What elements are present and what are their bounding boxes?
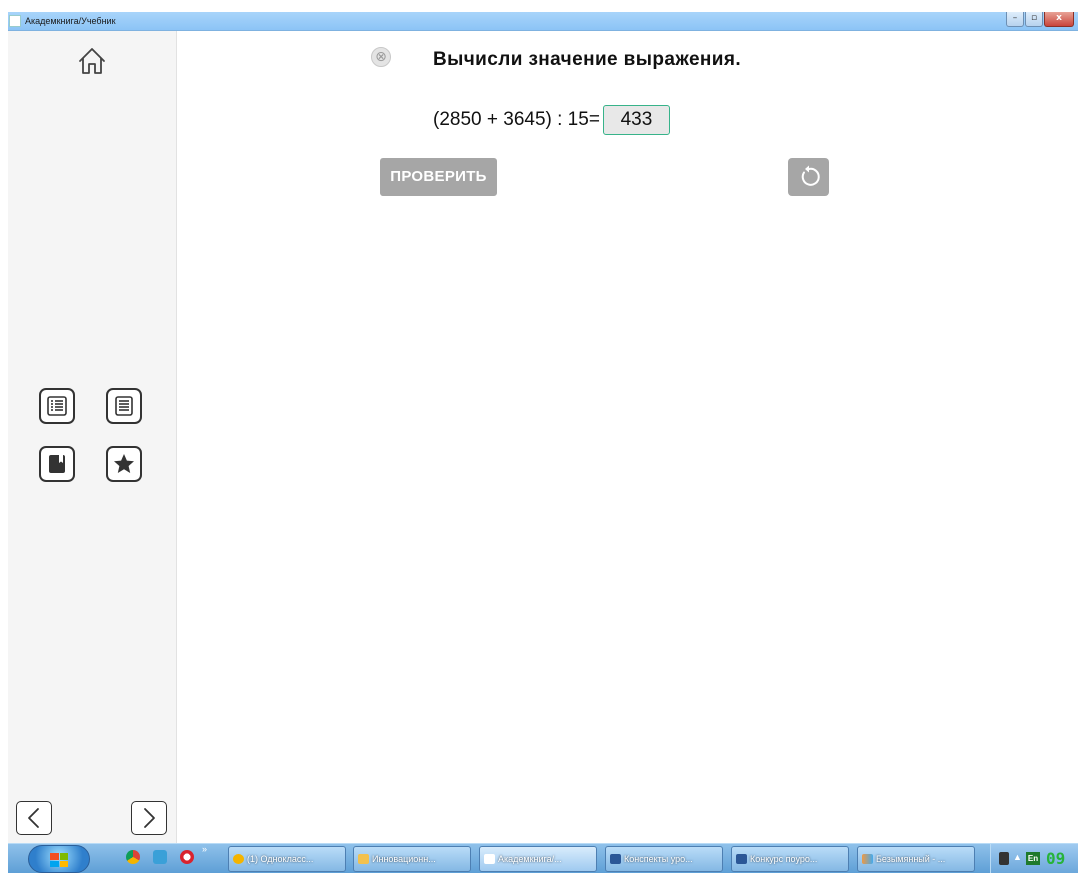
home-icon bbox=[79, 48, 105, 74]
system-tray: ▲ En 09 bbox=[990, 844, 1078, 873]
window-title-bar: Академкнига/Учебник – ▫ x bbox=[8, 12, 1078, 31]
expression-text: (2850 + 3645) : 15= bbox=[433, 109, 600, 130]
start-button[interactable] bbox=[28, 845, 90, 873]
maximize-button[interactable]: ▫ bbox=[1025, 12, 1043, 27]
answer-input[interactable]: 433 bbox=[602, 105, 670, 135]
screen: Академкнига/Учебник – ▫ x ⊗ Вычисли знач… bbox=[0, 0, 1078, 873]
explorer-quicklaunch-icon[interactable] bbox=[153, 850, 167, 864]
close-window-button[interactable]: x bbox=[1044, 12, 1074, 27]
taskbar-item[interactable]: (1) Однокласс... bbox=[228, 846, 346, 872]
chevron-left-icon bbox=[28, 808, 39, 828]
word-document-icon bbox=[736, 854, 747, 864]
taskbar-item[interactable]: Конкурс поуро... bbox=[731, 846, 849, 872]
home-button[interactable] bbox=[75, 44, 109, 78]
expression-row: (2850 + 3645) : 15= 433 bbox=[433, 105, 670, 135]
page-text-button[interactable] bbox=[106, 388, 142, 424]
clock[interactable]: 09 bbox=[1046, 849, 1065, 868]
favorites-button[interactable] bbox=[106, 446, 142, 482]
paint-icon bbox=[862, 854, 873, 864]
minimize-button[interactable]: – bbox=[1006, 12, 1024, 27]
app-window-icon bbox=[484, 854, 495, 864]
close-exercise-icon[interactable]: ⊗ bbox=[371, 47, 391, 67]
chevron-right-icon bbox=[144, 808, 155, 828]
taskbar-item[interactable]: Конспекты уро... bbox=[605, 846, 723, 872]
sidebar bbox=[8, 31, 177, 843]
taskbar-item[interactable]: Инновационн... bbox=[353, 846, 471, 872]
folder-icon bbox=[358, 854, 369, 864]
quicklaunch-overflow[interactable]: » bbox=[202, 844, 207, 854]
page-text-icon bbox=[115, 396, 133, 416]
window-title: Академкнига/Учебник bbox=[25, 16, 116, 26]
reset-button[interactable] bbox=[788, 158, 829, 196]
windows-logo-icon bbox=[50, 853, 68, 867]
refresh-icon bbox=[801, 165, 820, 186]
taskbar-item[interactable]: Безымянный - ... bbox=[857, 846, 975, 872]
check-button[interactable]: ПРОВЕРИТЬ bbox=[380, 158, 497, 196]
table-of-contents-button[interactable] bbox=[39, 388, 75, 424]
language-indicator[interactable]: En bbox=[1026, 852, 1040, 865]
next-page-button[interactable] bbox=[131, 801, 167, 835]
star-icon bbox=[114, 454, 134, 473]
show-hidden-icons-icon[interactable]: ▲ bbox=[1013, 852, 1022, 862]
bookmark-icon bbox=[49, 455, 65, 473]
previous-page-button[interactable] bbox=[16, 801, 52, 835]
exercise-title: Вычисли значение выражения. bbox=[433, 49, 742, 70]
app-icon bbox=[9, 15, 21, 27]
taskbar: » (1) Однокласс... Инновационн... Академ… bbox=[8, 843, 1078, 873]
opera-quicklaunch-icon[interactable] bbox=[180, 850, 194, 864]
word-document-icon bbox=[610, 854, 621, 864]
chrome-icon bbox=[233, 854, 244, 864]
chrome-quicklaunch-icon[interactable] bbox=[126, 850, 140, 864]
exercise-area: ⊗ Вычисли значение выражения. (2850 + 36… bbox=[178, 31, 1078, 843]
taskbar-item-active[interactable]: Академкнига/... bbox=[479, 846, 597, 872]
table-of-contents-icon bbox=[47, 396, 67, 416]
bookmark-button[interactable] bbox=[39, 446, 75, 482]
window-controls: – ▫ x bbox=[1006, 12, 1074, 28]
tray-app-icon[interactable] bbox=[999, 852, 1009, 865]
